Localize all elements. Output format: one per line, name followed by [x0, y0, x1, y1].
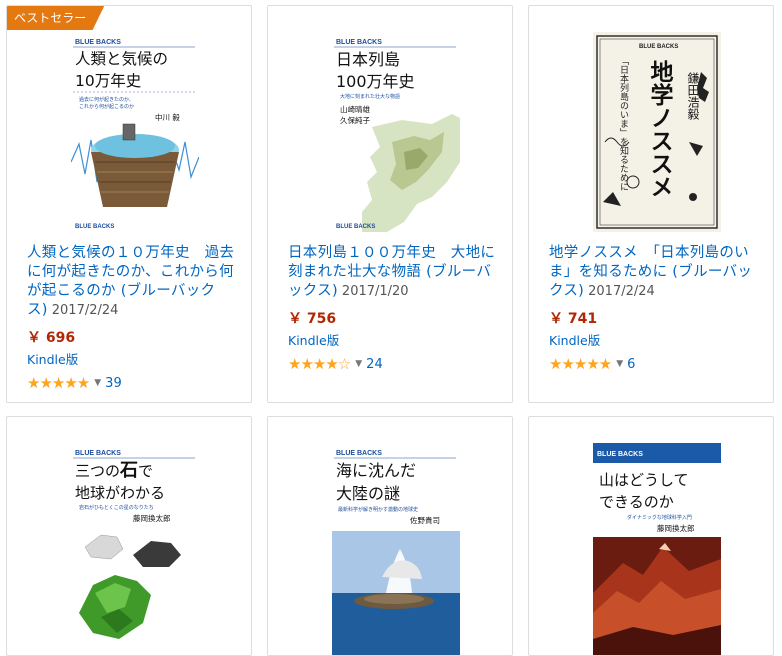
book-cover[interactable]: BLUE BACKS 人類と気候の 10万年史 過去に何が起きたのか、 これから…	[71, 32, 199, 232]
svg-text:大地に刻まれた壮大な物語: 大地に刻まれた壮大な物語	[340, 93, 400, 100]
svg-text:BLUE BACKS: BLUE BACKS	[75, 224, 114, 230]
book-cover[interactable]: BLUE BACKS 山はどうして できるのか ダイナミックな地球科学入門 藤岡…	[593, 443, 721, 655]
cover-art: BLUE BACKS 三つの石で 地球がわかる 岩石がひもとくこの星のなりたち …	[71, 443, 199, 655]
svg-text:久保純子: 久保純子	[340, 115, 370, 125]
product-title-link[interactable]: 日本列島１００万年史 大地に刻まれた壮大な物語 (ブルーバックス) 2017/1/…	[288, 244, 498, 301]
svg-text:BLUE BACKS: BLUE BACKS	[597, 451, 643, 458]
cover-art: BLUE BACKS 鎌田浩毅 地学ノススメ 「日本列島のいま」を知るために	[593, 32, 721, 232]
svg-text:BLUE BACKS: BLUE BACKS	[336, 224, 375, 230]
cover-art: BLUE BACKS 山はどうして できるのか ダイナミックな地球科学入門 藤岡…	[593, 443, 721, 655]
svg-text:佐野貴司: 佐野貴司	[410, 515, 440, 525]
product-card: BLUE BACKS 日本列島 100万年史 大地に刻まれた壮大な物語 山崎晴雄…	[267, 5, 513, 403]
svg-text:BLUE BACKS: BLUE BACKS	[336, 450, 382, 457]
product-info: 地学ノススメ 「日本列島のいま」を知るために (ブルーバックス) 2017/2/2…	[549, 244, 759, 373]
star-icon[interactable]: ★★★★★	[549, 355, 612, 373]
svg-text:最新科学が解き明かす激動の地球史: 最新科学が解き明かす激動の地球史	[338, 506, 418, 513]
format-link[interactable]: Kindle版	[288, 330, 498, 349]
product-info: 人類と気候の１０万年史 過去に何が起きたのか、これから何が起こるのか (ブルーバ…	[27, 244, 237, 392]
format-link[interactable]: Kindle版	[27, 349, 237, 368]
book-cover[interactable]: BLUE BACKS 日本列島 100万年史 大地に刻まれた壮大な物語 山崎晴雄…	[332, 32, 460, 232]
publish-date: 2017/1/20	[341, 284, 409, 299]
publish-date: 2017/2/24	[51, 303, 119, 318]
svg-text:地学ノススメ: 地学ノススメ	[646, 60, 674, 198]
product-grid: ベストセラー BLUE BACKS 人類と気候の 10万年史 過去に何が起きたの…	[0, 0, 782, 656]
product-card: BLUE BACKS 山はどうして できるのか ダイナミックな地球科学入門 藤岡…	[528, 416, 774, 656]
cover-art: BLUE BACKS 日本列島 100万年史 大地に刻まれた壮大な物語 山崎晴雄…	[332, 32, 460, 232]
star-icon[interactable]: ★★★★☆	[288, 355, 351, 373]
product-title-link[interactable]: 人類と気候の１０万年史 過去に何が起きたのか、これから何が起こるのか (ブルーバ…	[27, 244, 237, 320]
svg-text:BLUE BACKS: BLUE BACKS	[639, 44, 678, 50]
rating: ★★★★☆ ▼ 24	[288, 355, 498, 373]
svg-text:藤岡換太郎: 藤岡換太郎	[133, 513, 171, 523]
svg-text:山はどうして: 山はどうして	[599, 471, 689, 489]
svg-text:地球がわかる: 地球がわかる	[75, 484, 165, 502]
format-link[interactable]: Kindle版	[549, 330, 759, 349]
caret-down-icon[interactable]: ▼	[94, 378, 101, 388]
book-cover[interactable]: BLUE BACKS 三つの石で 地球がわかる 岩石がひもとくこの星のなりたち …	[71, 443, 199, 655]
svg-text:海に沈んだ: 海に沈んだ	[336, 461, 416, 480]
product-card: ベストセラー BLUE BACKS 人類と気候の 10万年史 過去に何が起きたの…	[6, 5, 252, 403]
svg-text:大陸の謎: 大陸の謎	[336, 484, 400, 503]
svg-text:山崎晴雄: 山崎晴雄	[340, 104, 370, 114]
svg-text:BLUE BACKS: BLUE BACKS	[75, 39, 121, 46]
svg-text:中川 毅: 中川 毅	[155, 112, 180, 122]
bestseller-badge[interactable]: ベストセラー	[7, 6, 105, 30]
cover-art: BLUE BACKS 人類と気候の 10万年史 過去に何が起きたのか、 これから…	[71, 32, 199, 232]
star-icon[interactable]: ★★★★★	[27, 374, 90, 392]
svg-text:100万年史: 100万年史	[336, 72, 415, 91]
price: ￥ 741	[549, 311, 598, 327]
svg-text:10万年史: 10万年史	[75, 72, 141, 90]
publish-date: 2017/2/24	[588, 284, 655, 299]
caret-down-icon[interactable]: ▼	[355, 359, 362, 369]
product-card: BLUE BACKS 鎌田浩毅 地学ノススメ 「日本列島のいま」を知るために 地…	[528, 5, 774, 403]
book-cover[interactable]: BLUE BACKS 海に沈んだ 大陸の謎 最新科学が解き明かす激動の地球史 佐…	[332, 443, 460, 655]
caret-down-icon[interactable]: ▼	[616, 359, 623, 369]
review-count-link[interactable]: 6	[627, 357, 635, 372]
svg-text:岩石がひもとくこの星のなりたち: 岩石がひもとくこの星のなりたち	[79, 504, 154, 511]
cover-art: BLUE BACKS 海に沈んだ 大陸の謎 最新科学が解き明かす激動の地球史 佐…	[332, 443, 460, 655]
product-card: BLUE BACKS 三つの石で 地球がわかる 岩石がひもとくこの星のなりたち …	[6, 416, 252, 656]
product-card: BLUE BACKS 海に沈んだ 大陸の謎 最新科学が解き明かす激動の地球史 佐…	[267, 416, 513, 656]
svg-text:これから何が起こるのか: これから何が起こるのか	[79, 103, 134, 110]
price: ￥ 696	[27, 330, 76, 346]
svg-text:できるのか: できるのか	[599, 493, 674, 511]
review-count-link[interactable]: 24	[366, 357, 383, 372]
svg-text:BLUE BACKS: BLUE BACKS	[336, 39, 382, 46]
svg-text:藤岡換太郎: 藤岡換太郎	[657, 523, 695, 533]
svg-text:三つの石で: 三つの石で	[75, 460, 153, 481]
book-cover[interactable]: BLUE BACKS 鎌田浩毅 地学ノススメ 「日本列島のいま」を知るために	[593, 32, 721, 232]
svg-text:鎌田浩毅: 鎌田浩毅	[686, 71, 700, 120]
product-info: 日本列島１００万年史 大地に刻まれた壮大な物語 (ブルーバックス) 2017/1/…	[288, 244, 498, 373]
svg-text:「日本列島のいま」を知るために: 「日本列島のいま」を知るために	[618, 56, 629, 191]
svg-text:人類と気候の: 人類と気候の	[75, 50, 168, 68]
svg-text:ダイナミックな地球科学入門: ダイナミックな地球科学入門	[627, 514, 692, 521]
review-count-link[interactable]: 39	[105, 376, 122, 391]
product-title-link[interactable]: 地学ノススメ 「日本列島のいま」を知るために (ブルーバックス) 2017/2/2…	[549, 244, 759, 301]
rating: ★★★★★ ▼ 6	[549, 355, 759, 373]
svg-text:日本列島: 日本列島	[336, 50, 400, 69]
svg-text:BLUE BACKS: BLUE BACKS	[75, 450, 121, 457]
price: ￥ 756	[288, 311, 337, 327]
svg-text:過去に何が起きたのか、: 過去に何が起きたのか、	[79, 96, 134, 103]
rating: ★★★★★ ▼ 39	[27, 374, 237, 392]
